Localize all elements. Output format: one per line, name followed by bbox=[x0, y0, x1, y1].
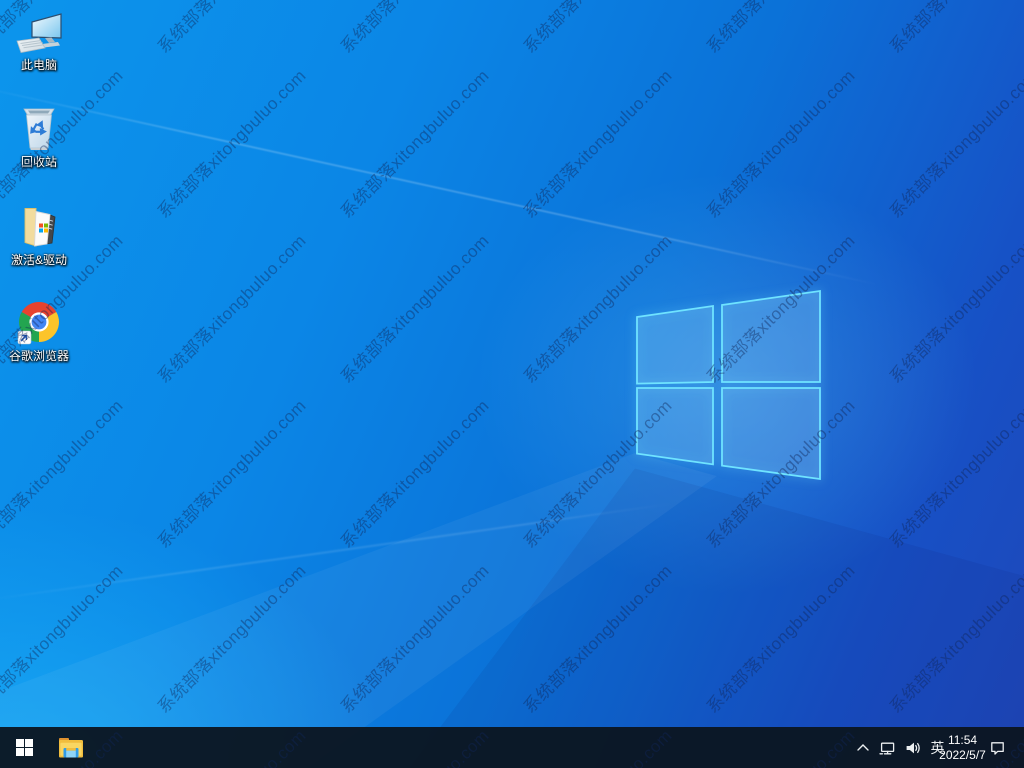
chevron-up-icon bbox=[856, 743, 869, 751]
windows-start-icon bbox=[15, 739, 33, 756]
file-explorer-icon bbox=[59, 737, 83, 757]
network-tray-button[interactable] bbox=[875, 727, 900, 768]
system-tray: 英 11:54 2022/5/7 bbox=[850, 727, 1024, 768]
taskbar-clock[interactable]: 11:54 2022/5/7 bbox=[939, 727, 986, 768]
action-center-icon bbox=[991, 741, 1004, 755]
tray-date: 2022/5/7 bbox=[939, 747, 986, 762]
action-center-button[interactable] bbox=[985, 727, 1010, 768]
desktop-icon-label: 激活&驱动 bbox=[10, 253, 67, 267]
wallpaper bbox=[0, 0, 1024, 768]
recycle-bin-icon bbox=[19, 103, 59, 151]
desktop-icon-drivers-folder[interactable]: 激活&驱动 bbox=[2, 201, 76, 295]
wallpaper-light-wedge bbox=[0, 453, 717, 768]
start-button[interactable] bbox=[0, 727, 48, 768]
chrome-icon bbox=[17, 297, 62, 345]
speaker-icon bbox=[906, 742, 920, 753]
ethernet-network-icon bbox=[879, 742, 895, 754]
wallpaper-shadow-wedge bbox=[409, 468, 1024, 768]
windows-logo bbox=[636, 289, 821, 481]
this-pc-icon bbox=[15, 6, 63, 54]
shortcut-arrow-badge bbox=[17, 330, 31, 345]
light-ray bbox=[0, 84, 879, 286]
file-explorer-button[interactable] bbox=[48, 727, 94, 768]
open-folder-icon bbox=[15, 201, 63, 249]
desktop-icon-label: 此电脑 bbox=[20, 58, 57, 72]
desktop-icon-chrome[interactable]: 谷歌浏览器 bbox=[2, 297, 76, 391]
volume-tray-button[interactable] bbox=[900, 727, 925, 768]
taskbar: 英 11:54 2022/5/7 bbox=[0, 727, 1024, 768]
desktop-icon-label: 谷歌浏览器 bbox=[8, 349, 69, 363]
desktop-icon-label: 回收站 bbox=[20, 155, 57, 169]
desktop-icon-recycle-bin[interactable]: 回收站 bbox=[2, 103, 76, 197]
hidden-icons-chevron[interactable] bbox=[850, 727, 875, 768]
desktop-icon-this-pc[interactable]: 此电脑 bbox=[2, 6, 76, 100]
tray-time: 11:54 bbox=[947, 732, 978, 747]
light-ray bbox=[0, 502, 674, 602]
